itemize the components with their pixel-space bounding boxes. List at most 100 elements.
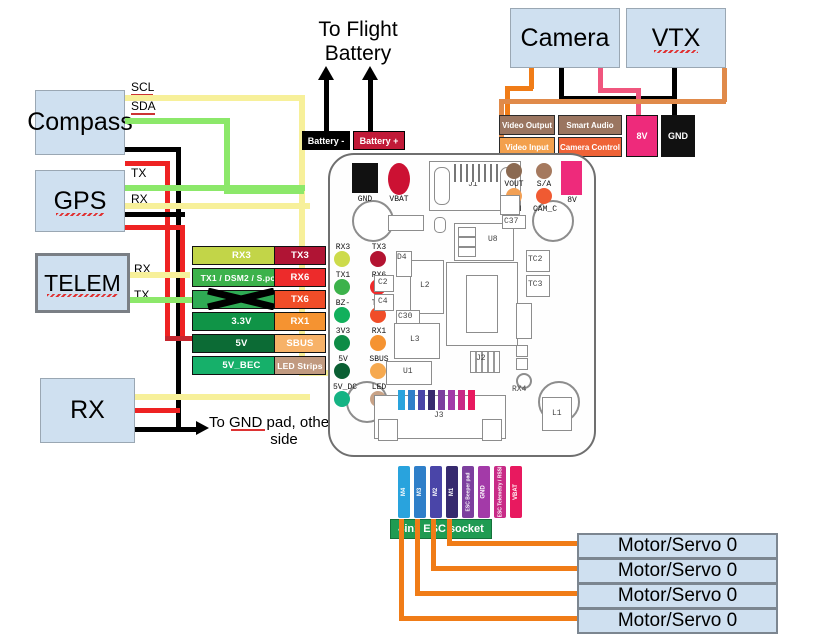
silk-j3-ear-left <box>378 419 398 441</box>
esc-pin-telemetry[interactable]: ESC Telemetry / RSSI <box>494 466 506 518</box>
wire-gps-red-v <box>180 225 185 340</box>
silk-u4-die <box>466 275 498 333</box>
silk-c37-label: C37 <box>504 217 519 226</box>
pad-pill-5vbec-label: 5V_BEC <box>222 360 261 371</box>
wire-camera-8v-pink-h <box>598 88 640 93</box>
board-pad-5vdc[interactable] <box>334 391 350 407</box>
esc-pin-vbat[interactable]: VBAT <box>510 466 522 518</box>
device-box-gps[interactable]: GPS <box>35 170 125 232</box>
wire-vtx-vin-brown-v <box>722 68 727 102</box>
flight-battery-label-line2: Battery <box>324 42 392 65</box>
device-box-camera[interactable]: Camera <box>510 8 620 68</box>
silk-d4-label: D4 <box>397 253 407 262</box>
pad-pill-rx6[interactable]: RX6 <box>274 268 326 287</box>
silk-u8-pads2 <box>458 237 476 247</box>
board-pad-rx3-label: RX3 <box>335 243 351 252</box>
motor-servo-box-3[interactable]: Motor/Servo 0 <box>577 583 778 609</box>
wire-gps-black <box>125 212 185 217</box>
pad-pill-ledstrips[interactable]: LED Strips <box>274 356 326 375</box>
esc-pin-m2[interactable]: M2 <box>430 466 442 518</box>
board-pad-rx3[interactable] <box>334 251 350 267</box>
silk-j3-label: J3 <box>434 411 444 420</box>
board-pad-vbat[interactable] <box>388 163 410 195</box>
board-pad-5v[interactable] <box>334 363 350 379</box>
chip-gnd[interactable]: GND <box>661 115 695 157</box>
j3-pin-m1[interactable] <box>428 390 435 410</box>
battery-positive-tag[interactable]: Battery + <box>353 131 405 150</box>
pad-pill-rx1[interactable]: RX1 <box>274 312 326 331</box>
esc-pin-m3-label: M3 <box>417 487 423 497</box>
motor-servo-box-1[interactable]: Motor/Servo 0 <box>577 533 778 559</box>
silk-j3-ear-right <box>482 419 502 441</box>
silk-j1-pad-left <box>434 167 450 205</box>
chip-gnd-label: GND <box>668 131 688 141</box>
silk-l1-label: L1 <box>552 409 562 418</box>
silk-tc3-label: TC3 <box>528 280 543 289</box>
wire-motor3-orange-v <box>415 519 420 594</box>
wire-sda-green-v <box>224 118 230 193</box>
motor-servo-box-4[interactable]: Motor/Servo 0 <box>577 608 778 634</box>
board-pad-8v[interactable] <box>561 161 582 195</box>
esc-pin-beeper-label: ESC Beeper pad <box>465 472 471 512</box>
flight-controller-board[interactable]: GND VBAT J1 VOUT S/A VIN CAM_C 8V RX3 TX… <box>328 153 596 457</box>
gnd-word-underline <box>231 429 265 431</box>
board-pad-rx1[interactable] <box>370 335 386 351</box>
esc-pin-m4[interactable]: M4 <box>398 466 410 518</box>
device-label-vtx: VTX <box>651 23 701 53</box>
board-pad-bz[interactable] <box>334 307 350 323</box>
chip-8v[interactable]: 8V <box>626 115 658 157</box>
esc-pin-beeper[interactable]: ESC Beeper pad <box>462 466 474 518</box>
motor-servo-box-2[interactable]: Motor/Servo 0 <box>577 558 778 584</box>
board-pad-sa[interactable] <box>536 163 552 179</box>
board-pad-tx3[interactable] <box>370 251 386 267</box>
device-box-compass[interactable]: Compass <box>27 90 133 155</box>
silk-misc1 <box>388 215 424 231</box>
board-pad-vout[interactable] <box>506 163 522 179</box>
wire-rx-red-h <box>135 408 180 413</box>
j3-pin-m3[interactable] <box>408 390 415 410</box>
chip-video-output-label: Video Output <box>501 120 553 130</box>
wire-vtx-vin-brown-h <box>499 99 726 104</box>
j3-pin-beeper[interactable] <box>438 390 445 410</box>
device-box-rx[interactable]: RX <box>40 378 135 443</box>
board-pad-gnd-top[interactable] <box>352 163 378 193</box>
silk-l2-label: L2 <box>420 281 430 290</box>
pad-pill-sbus[interactable]: SBUS <box>274 334 326 353</box>
device-box-vtx[interactable]: VTX <box>626 8 726 68</box>
j3-pin-telemetry[interactable] <box>458 390 465 410</box>
battery-negative-tag[interactable]: Battery - <box>302 131 350 150</box>
chip-video-output[interactable]: Video Output <box>499 115 555 135</box>
chip-smart-audio-label: Smart Audio <box>566 120 614 130</box>
silk-tc1 <box>500 195 520 215</box>
board-pad-8v-label: 8V <box>567 196 577 205</box>
chip-camera-control-label: Camera Control <box>559 142 620 152</box>
esc-pin-m1[interactable]: M1 <box>446 466 458 518</box>
silk-u8-label: U8 <box>488 235 498 244</box>
wire-gps-rx-yellow <box>125 203 310 209</box>
j3-pin-vbat[interactable] <box>468 390 475 410</box>
board-pad-camc[interactable] <box>536 188 552 204</box>
chip-smart-audio[interactable]: Smart Audio <box>558 115 622 135</box>
silk-misc3 <box>516 303 532 339</box>
silk-c4-label: C4 <box>378 297 388 306</box>
pad-pill-tx6[interactable]: TX6 <box>274 290 326 309</box>
board-pad-sbus[interactable] <box>370 363 386 379</box>
battery-neg-arrow <box>318 66 334 80</box>
device-box-telem[interactable]: TELEM <box>35 253 130 313</box>
board-pad-tx1[interactable] <box>334 279 350 295</box>
esc-socket-bar[interactable]: 4in1 ESC socket <box>390 519 492 539</box>
board-pad-3v3[interactable] <box>334 335 350 351</box>
esc-socket-label: 4in1 ESC socket <box>398 523 484 535</box>
j3-pin-m4[interactable] <box>398 390 405 410</box>
wire-5v-red-stub <box>165 336 195 341</box>
j3-pin-m2[interactable] <box>418 390 425 410</box>
board-pad-tx1-label: TX1 <box>335 271 351 280</box>
diagram-canvas: Compass GPS TELEM RX SCL SDA TX RX RX TX <box>0 0 817 643</box>
esc-pin-gnd[interactable]: GND <box>478 466 490 518</box>
pad-pill-tx3[interactable]: TX3 <box>274 246 326 265</box>
j3-pin-gnd[interactable] <box>448 390 455 410</box>
esc-pin-vbat-label: VBAT <box>513 484 520 500</box>
silk-u8-pads <box>458 227 476 237</box>
esc-pin-m3[interactable]: M3 <box>414 466 426 518</box>
motor-servo-label-3: Motor/Servo 0 <box>617 585 738 606</box>
